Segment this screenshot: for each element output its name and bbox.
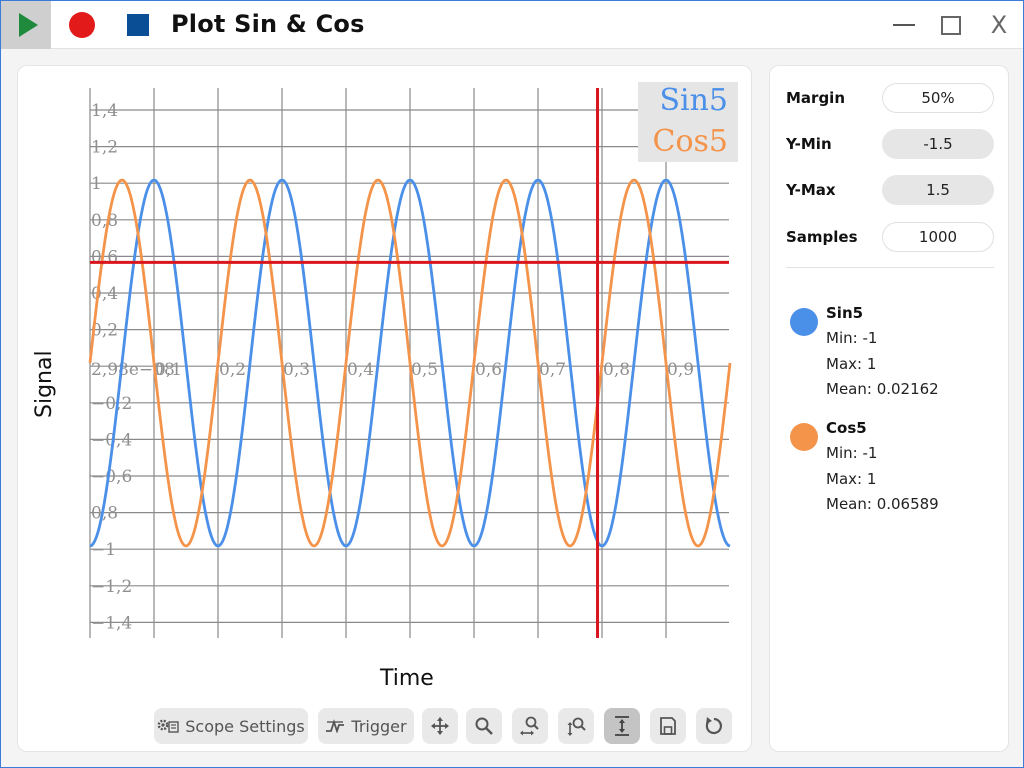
reset-button[interactable] [696, 708, 732, 744]
save-button[interactable] [650, 708, 686, 744]
samples-label: Samples [786, 228, 858, 246]
ymin-label: Y-Min [786, 135, 832, 153]
ymin-input[interactable] [882, 129, 994, 159]
pan-button[interactable] [422, 708, 458, 744]
samples-input[interactable] [882, 222, 994, 252]
scope-settings-button[interactable]: Scope Settings [154, 708, 308, 744]
legend-entry: Cos5 [653, 124, 729, 159]
record-icon [69, 12, 95, 38]
zoom-icon [475, 717, 493, 735]
scope-settings-label: Scope Settings [185, 716, 305, 736]
move-icon [431, 717, 449, 735]
x-tick-label: 0,8 [603, 360, 630, 380]
settings-divider [786, 267, 994, 268]
app-window: Plot Sin & Cos X 1,4 1,2 1 0,8 0,6 0,4 0,2 −0,2… [0, 0, 1024, 768]
play-icon [18, 13, 38, 37]
close-icon: X [990, 11, 1008, 39]
series-stats-sin5: Sin5 Min: -1 Max: 1 Mean: 0.02162 [790, 304, 1000, 404]
y-tick-label: −0,6 [91, 467, 132, 487]
x-tick-label: 0,7 [539, 360, 566, 380]
fit-vertical-button[interactable] [604, 708, 640, 744]
samples-row: Samples [786, 222, 994, 252]
ymax-input[interactable] [882, 175, 994, 205]
fit-vertical-icon [615, 716, 629, 736]
trigger-icon [326, 719, 345, 733]
series-name: Cos5 [826, 419, 867, 437]
ymax-row: Y-Max [786, 175, 994, 205]
y-tick-label: −0,2 [91, 394, 132, 414]
title-bar: Plot Sin & Cos X [1, 1, 1023, 49]
series-min: Min: -1 [826, 444, 878, 462]
legend-entry: Sin5 [659, 83, 728, 118]
ymax-label: Y-Max [786, 181, 836, 199]
window-title: Plot Sin & Cos [171, 10, 365, 38]
series-color-dot[interactable] [790, 308, 818, 336]
zoom-button[interactable] [466, 708, 502, 744]
stop-icon [127, 14, 149, 36]
y-tick-label: 1,4 [91, 101, 118, 121]
gear-icon [157, 719, 179, 733]
x-tick-label: 0,1 [155, 360, 182, 380]
margin-row: Margin [786, 83, 994, 113]
trigger-button[interactable]: Trigger [318, 708, 414, 744]
series-stats-cos5: Cos5 Min: -1 Max: 1 Mean: 0.06589 [790, 419, 1000, 519]
maximize-icon [941, 15, 961, 35]
play-button[interactable] [1, 1, 51, 49]
series-min: Min: -1 [826, 329, 878, 347]
x-tick-label: 0,2 [219, 360, 246, 380]
x-tick-label: 0,9 [667, 360, 694, 380]
y-tick-label: 1,2 [91, 138, 118, 158]
series-max: Max: 1 [826, 355, 877, 373]
y-tick-label: 1 [91, 174, 102, 194]
zoom-x-icon [520, 716, 539, 736]
series-name: Sin5 [826, 304, 864, 322]
settings-panel: Margin Y-Min Y-Max Samples Sin5 Min: -1 … [769, 65, 1009, 752]
signal-plot[interactable]: 1,41,210,80,60,40,2−0,2−0,4−0,60,8−1−1,2… [18, 66, 753, 753]
series-color-dot[interactable] [790, 423, 818, 451]
y-axis-label: Signal [32, 350, 57, 418]
stop-button[interactable] [113, 1, 163, 49]
ymin-row: Y-Min [786, 129, 994, 159]
series-mean: Mean: 0.06589 [826, 495, 939, 513]
series-max: Max: 1 [826, 470, 877, 488]
margin-label: Margin [786, 89, 846, 107]
x-tick-label: 0,4 [347, 360, 374, 380]
plot-panel: 1,4 1,2 1 0,8 0,6 0,4 0,2 −0,2 −0,4 −0,6 0,8 −1 −1,2… [17, 65, 752, 752]
x-tick-label: 0,3 [283, 360, 310, 380]
y-tick-label: 0,8 [91, 211, 118, 231]
y-tick-label: 0,4 [91, 284, 118, 304]
y-tick-label: −1,2 [91, 577, 132, 597]
zoom-y-button[interactable] [558, 708, 594, 744]
record-button[interactable] [57, 1, 107, 49]
series-mean: Mean: 0.02162 [826, 380, 939, 398]
zoom-y-icon [567, 717, 586, 736]
zoom-x-button[interactable] [512, 708, 548, 744]
save-icon [660, 717, 676, 735]
margin-input[interactable] [882, 83, 994, 113]
x-axis-label: Time [380, 666, 434, 691]
x-tick-label: 0,5 [411, 360, 438, 380]
minimize-button[interactable] [884, 9, 924, 41]
y-tick-label: −1,4 [91, 613, 132, 633]
trigger-label: Trigger [351, 716, 407, 736]
reset-icon [705, 717, 722, 735]
minimize-icon [893, 24, 915, 26]
close-button[interactable]: X [979, 9, 1019, 41]
maximize-button[interactable] [931, 9, 971, 41]
x-tick-label: 0,6 [475, 360, 502, 380]
